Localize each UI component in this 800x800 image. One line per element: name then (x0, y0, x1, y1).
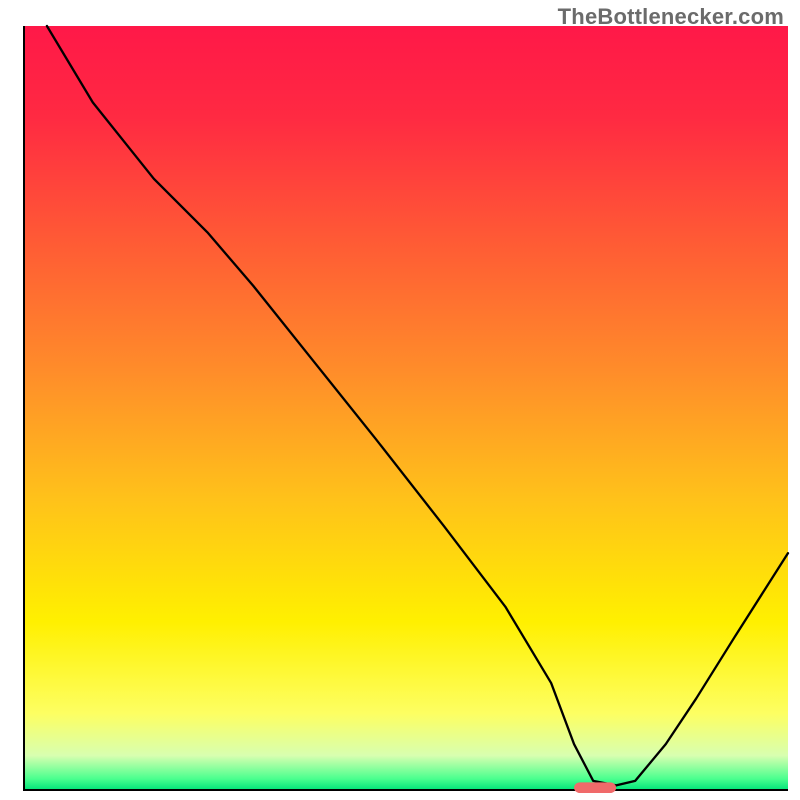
chart-container: TheBottlenecker.com (0, 0, 800, 800)
watermark-text: TheBottlenecker.com (558, 4, 784, 30)
plot-background (24, 26, 788, 790)
optimal-marker (574, 782, 616, 793)
chart-svg (0, 0, 800, 800)
